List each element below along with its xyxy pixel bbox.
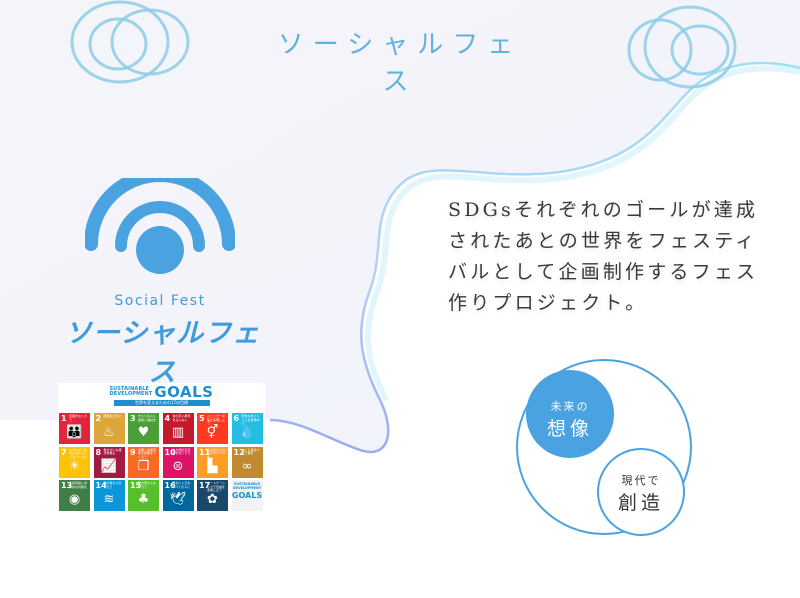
sdg-tile-10: 10 人や国の不平等をなくそう ⊜ [162,446,194,478]
sdg-number: 4 [164,414,171,423]
sdg-tile-16: 16 平和と公正をすべての人に 🕊 [162,480,194,511]
sun-icon: ☀ [68,458,81,474]
venn-present-small: 現代で [621,474,661,487]
project-description: SDGsそれぞれのゴールが達成されたあとの世界をフェスティバルとして企画制作する… [448,199,759,314]
sdg-tile-1: 1 貧困をなくそう 👪 [59,413,90,444]
dove-icon: 🕊 [169,492,187,507]
sdg-label: すべての人に健康と福祉を [138,414,157,422]
sdg-label: 平和と公正をすべての人に [172,481,191,489]
page: ソーシャルフェス Social Fest ソーシャルフェス SUSTAINABL… [0,0,800,598]
bowl-icon: ♨ [103,425,115,440]
heartbeat-icon: ♥ [137,425,150,440]
decorative-rings-right-icon [627,5,737,89]
sdg-label: エネルギーをみんなにそしてクリーンに [69,447,88,459]
sdg-label: パートナーシップで目標を達成しよう [207,481,226,492]
sdg-logo-line2: DEVELOPMENT [232,485,262,490]
sdg-tile-15: 15 陸の豊かさも守ろう ♣ [128,480,159,511]
sdg-number: 1 [61,414,67,423]
sdg-number: 5 [199,414,205,423]
sdg-logo-tile: SUSTAINABLE DEVELOPMENT GOALS [231,480,263,511]
sdg-tile-3: 3 すべての人に健康と福祉を ♥ [128,413,159,444]
city-icon: ▙ [207,458,218,474]
decorative-rings-left-icon [70,0,190,84]
venn-diagram: 未来の 想像 現代で 創造 [512,356,697,541]
sdg-tile-2: 2 飢餓をゼロに ♨ [93,413,125,444]
people-icon: 👪 [66,425,83,440]
venn-future-circle: 未来の 想像 [526,370,614,458]
sdg-tile-6: 6 安全な水とトイレを世界中に 💧 [231,413,263,444]
page-title: ソーシャルフェス [277,30,523,97]
sdg-tile-7: 7 エネルギーをみんなにそしてクリーンに ☀ [59,446,90,478]
logo-japanese-name: ソーシャルフェス [64,318,261,388]
sdg-number: 3 [130,414,136,423]
sdg-label: 陸の豊かさも守ろう [138,481,157,489]
sdgs-header: SUSTAINABLE DEVELOPMENT GOALS 世界を変えるための1… [58,383,265,411]
sdg-label: 海の豊かさを守ろう [103,481,122,489]
sdg-tile-5: 5 ジェンダー平等を実現しよう ⚥ [197,413,228,444]
sdg-tile-14: 14 海の豊かさを守ろう ≋ [93,480,125,511]
venn-present-circle: 現代で 創造 [597,448,685,536]
equal-icon: ⊜ [172,458,184,474]
sdgs-ribbon: 世界を変えるための17の目標 [113,400,210,406]
sdg-number: 2 [95,414,102,423]
sdgs-goals-image: SUSTAINABLE DEVELOPMENT GOALS 世界を変えるための1… [58,383,265,515]
sdg-label: 産業と技術革新の基盤をつくろう [138,447,157,459]
infinity-icon: ∞ [241,458,253,474]
sdg-tile-9: 9 産業と技術革新の基盤をつくろう ❒ [128,446,159,478]
sdg-label: 気候変動に具体的な対策を [69,481,88,489]
gender-icon: ⚥ [206,425,219,440]
venn-future-big: 想像 [546,418,593,440]
sdg-label: ジェンダー平等を実現しよう [207,414,226,425]
sdg-label: 人や国の不平等をなくそう [172,447,191,455]
sdg-number: 7 [61,447,67,457]
logo-english-name: Social Fest [114,293,206,309]
flower-rings-icon: ✿ [207,492,218,507]
sdg-tile-8: 8 働きがいも経済成長も 📈 [93,446,125,478]
eye-globe-icon: ◉ [68,492,81,507]
growth-chart-icon: 📈 [100,458,118,474]
sdg-tile-12: 12 つくる責任つかう責任 ∞ [231,446,263,478]
venn-future-small: 未来の [550,400,590,413]
cubes-icon: ❒ [137,458,150,474]
fish-icon: ≋ [103,492,115,507]
tree-icon: ♣ [137,492,150,507]
sdgs-header-goals: GOALS [154,383,214,401]
sdg-label: つくる責任つかう責任 [241,447,260,455]
sdg-tile-17: 17 パートナーシップで目標を達成しよう ✿ [197,480,228,511]
venn-present-big: 創造 [617,492,664,514]
broadcast-signal-icon [85,178,235,274]
sdg-label: 飢餓をゼロに [103,414,122,418]
book-icon: ▥ [171,425,185,440]
sdgs-grid: 1 貧困をなくそう 👪 2 飢餓をゼロに ♨ 3 すべての人に健康と福祉を ♥ 4 質の高い教育をみ… [59,413,263,511]
sdg-tile-4: 4 質の高い教育をみんなに ▥ [162,413,194,444]
sdg-label: 質の高い教育をみんなに [172,414,191,422]
sdg-logo-goals: GOALS [231,491,263,500]
sdg-number: 8 [95,447,102,457]
water-drop-icon: 💧 [238,425,256,440]
sdg-label: 住み続けられるまちづくりを [207,447,226,459]
sdg-label: 安全な水とトイレを世界中に [241,414,260,425]
sdg-number: 9 [130,447,136,457]
sdg-number: 6 [233,414,240,423]
sdg-tile-13: 13 気候変動に具体的な対策を ◉ [59,480,90,511]
sdg-label: 働きがいも経済成長も [103,447,122,455]
sdgs-header-line2: DEVELOPMENT [109,391,153,397]
sdg-tile-11: 11 住み続けられるまちづくりを ▙ [197,446,228,478]
sdg-label: 貧困をなくそう [69,414,88,422]
